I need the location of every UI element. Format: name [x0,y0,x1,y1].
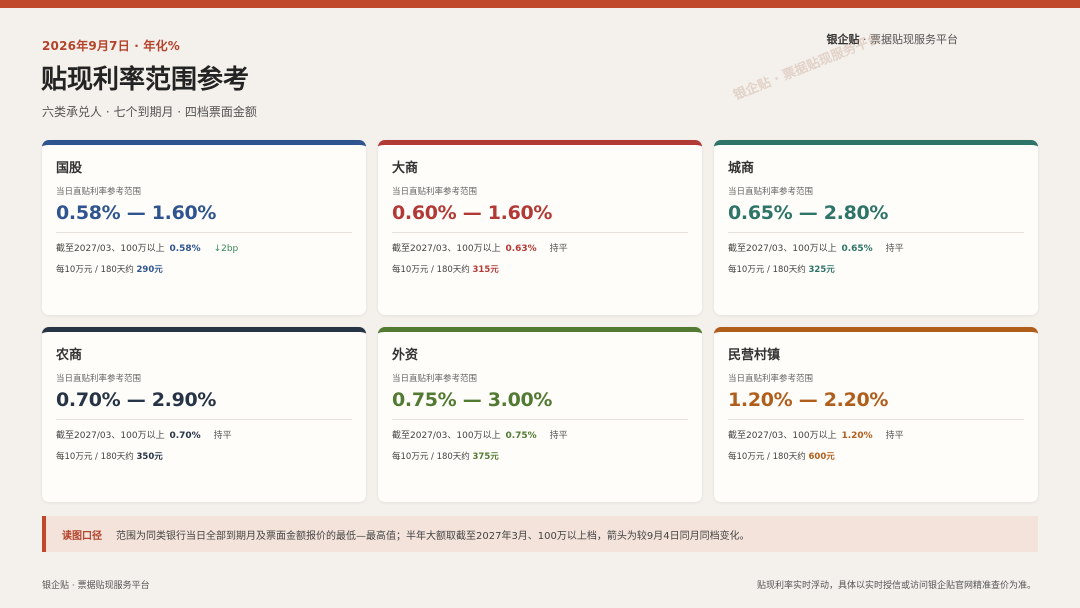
card-half-year-line: 截至2027/03、100万以上 0.75% 持平 [392,428,688,441]
page-subtitle: 六类承兑人 · 七个到期月 · 四档票面金额 [42,105,257,119]
card-half-year-line: 截至2027/03、100万以上 0.58% ↓2bp [56,241,352,254]
card-range-label: 当日直贴利率参考范围 [728,187,814,197]
cost-label: 每10万元 / 180天约 [56,452,134,462]
card-title: 外资 [392,348,419,363]
card-half-year-line: 截至2027/03、100万以上 0.63% 持平 [392,241,688,254]
half-year-label: 截至2027/03、100万以上 [56,244,165,254]
card-range-label: 当日直贴利率参考范围 [56,374,142,384]
footer-disclaimer: 贴现利率实时浮动，具体以实时授信或访问银企贴官网精准查价为准。 [756,581,1036,591]
half-year-label: 截至2027/03、100万以上 [728,244,837,254]
cost-label: 每10万元 / 180天约 [728,452,806,462]
trend-indicator: 持平 [885,431,904,441]
rate-card: 外资 当日直贴利率参考范围 0.75% — 3.00% 截至2027/03、10… [378,327,702,502]
cost-amount: 290元 [136,265,163,275]
card-cost-line: 每10万元 / 180天约 315元 [392,263,688,275]
footer-brand: 银企贴 · 票据贴现服务平台 [42,581,150,591]
cost-amount: 600元 [808,452,835,462]
note-label: 读图口径 [62,530,102,542]
card-cost-line: 每10万元 / 180天约 290元 [56,263,352,275]
trend-indicator: 持平 [213,431,232,441]
page-title: 贴现利率范围参考 [41,65,250,95]
card-half-year-line: 截至2027/03、100万以上 1.20% 持平 [728,428,1024,441]
top-accent-bar [0,0,1080,8]
card-range-value: 0.58% — 1.60% [56,202,217,224]
card-range-value: 1.20% — 2.20% [728,389,889,411]
card-divider [728,419,1024,420]
card-half-year-line: 截至2027/03、100万以上 0.70% 持平 [56,428,352,441]
cost-label: 每10万元 / 180天约 [392,452,470,462]
half-year-label: 截至2027/03、100万以上 [728,431,837,441]
rate-card: 农商 当日直贴利率参考范围 0.70% — 2.90% 截至2027/03、10… [42,327,366,502]
rate-card: 国股 当日直贴利率参考范围 0.58% — 1.60% 截至2027/03、10… [42,140,366,315]
watermark: 银企贴 · 票据贴现服务平台 [731,30,883,104]
cost-label: 每10万元 / 180天约 [728,265,806,275]
card-divider [392,232,688,233]
trend-indicator: ↓2bp [213,244,239,254]
half-year-rate: 0.65% [841,244,873,254]
card-range-label: 当日直贴利率参考范围 [392,374,478,384]
rate-card: 大商 当日直贴利率参考范围 0.60% — 1.60% 截至2027/03、10… [378,140,702,315]
rate-card: 城商 当日直贴利率参考范围 0.65% — 2.80% 截至2027/03、10… [714,140,1038,315]
card-cost-line: 每10万元 / 180天约 325元 [728,263,1024,275]
cost-amount: 325元 [808,265,835,275]
card-cost-line: 每10万元 / 180天约 375元 [392,450,688,462]
half-year-rate: 0.58% [169,244,201,254]
trend-indicator: 持平 [549,244,568,254]
half-year-label: 截至2027/03、100万以上 [56,431,165,441]
trend-indicator: 持平 [885,244,904,254]
card-title: 民营村镇 [728,348,781,363]
card-divider [56,232,352,233]
card-range-label: 当日直贴利率参考范围 [56,187,142,197]
card-title: 城商 [728,161,755,176]
card-divider [56,419,352,420]
cost-amount: 315元 [472,265,499,275]
cost-label: 每10万元 / 180天约 [56,265,134,275]
half-year-rate: 1.20% [841,431,873,441]
half-year-label: 截至2027/03、100万以上 [392,244,501,254]
card-range-value: 0.70% — 2.90% [56,389,217,411]
card-title: 农商 [56,348,83,363]
cost-amount: 375元 [472,452,499,462]
card-half-year-line: 截至2027/03、100万以上 0.65% 持平 [728,241,1024,254]
card-cost-line: 每10万元 / 180天约 350元 [56,450,352,462]
card-range-label: 当日直贴利率参考范围 [728,374,814,384]
card-cost-line: 每10万元 / 180天约 600元 [728,450,1024,462]
card-range-value: 0.75% — 3.00% [392,389,553,411]
card-divider [728,232,1024,233]
reading-note: 读图口径 范围为同类银行当日全部到期月及票面金额报价的最低—最高值；半年大额取截… [42,516,1038,552]
half-year-label: 截至2027/03、100万以上 [392,431,501,441]
card-title: 国股 [56,161,83,176]
card-title: 大商 [392,161,419,176]
card-range-label: 当日直贴利率参考范围 [392,187,478,197]
date-line: 2026年9月7日 · 年化% [42,39,181,53]
cost-label: 每10万元 / 180天约 [392,265,470,275]
half-year-rate: 0.75% [505,431,537,441]
cost-amount: 350元 [136,452,163,462]
card-range-value: 0.65% — 2.80% [728,202,889,224]
card-divider [392,419,688,420]
half-year-rate: 0.63% [505,244,537,254]
half-year-rate: 0.70% [169,431,201,441]
note-text: 范围为同类银行当日全部到期月及票面金额报价的最低—最高值；半年大额取截至2027… [116,530,750,542]
trend-indicator: 持平 [549,431,568,441]
rate-card: 民营村镇 当日直贴利率参考范围 1.20% — 2.20% 截至2027/03、… [714,327,1038,502]
card-range-value: 0.60% — 1.60% [392,202,553,224]
